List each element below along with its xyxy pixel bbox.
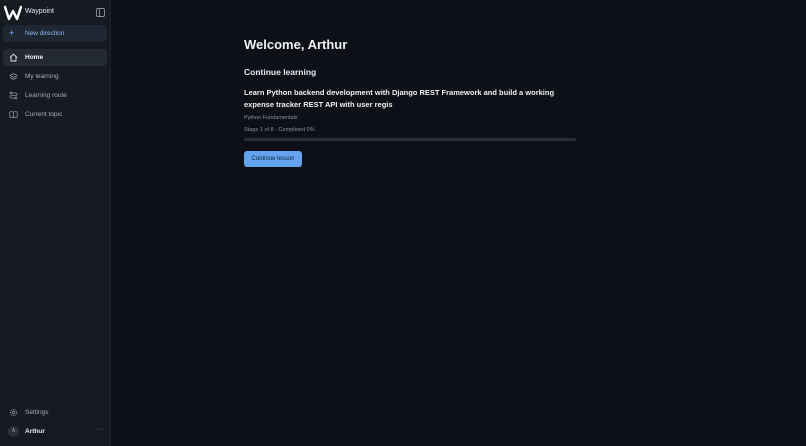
sidebar-item-my-learning[interactable]: My learning bbox=[3, 68, 107, 85]
new-direction-label: New direction bbox=[25, 30, 65, 37]
course-module: Python Fundamentals bbox=[244, 115, 298, 121]
sidebar-item-label: Current topic bbox=[25, 111, 63, 118]
app-name: Waypoint bbox=[25, 8, 54, 15]
sidebar: Waypoint + New direction Home My learnin… bbox=[0, 0, 111, 446]
sidebar-item-home[interactable]: Home bbox=[3, 49, 107, 66]
collapse-sidebar-button[interactable] bbox=[95, 7, 106, 18]
course-title: Learn Python backend development with Dj… bbox=[244, 88, 555, 109]
sidebar-item-label: Learning route bbox=[25, 92, 67, 99]
sidebar-item-label: My learning bbox=[25, 73, 59, 80]
new-direction-button[interactable]: + New direction bbox=[3, 25, 107, 42]
settings-button[interactable]: Settings bbox=[3, 404, 107, 421]
sidebar-item-current-topic[interactable]: Current topic bbox=[3, 106, 107, 123]
settings-label: Settings bbox=[25, 409, 49, 416]
progress-text: Stage 1 of 8 · Completed 0% bbox=[244, 127, 315, 133]
page-title: Welcome, Arthur bbox=[244, 37, 348, 52]
book-icon bbox=[9, 110, 18, 119]
section-title: Continue learning bbox=[244, 67, 317, 77]
continue-lesson-button[interactable]: Continue lesson bbox=[244, 151, 302, 167]
layers-icon bbox=[9, 72, 18, 81]
home-icon bbox=[9, 53, 18, 62]
app-window: Waypoint + New direction Home My learnin… bbox=[0, 0, 806, 446]
brand: Waypoint bbox=[4, 5, 108, 21]
progress-bar bbox=[244, 138, 576, 141]
avatar[interactable]: A bbox=[8, 426, 19, 437]
waypoint-logo-icon bbox=[4, 5, 22, 21]
sidebar-item-learning-route[interactable]: Learning route bbox=[3, 87, 107, 104]
sidebar-toggle-icon bbox=[96, 8, 105, 17]
sidebar-item-label: Home bbox=[25, 54, 44, 61]
user-menu-button[interactable]: ··· bbox=[95, 426, 104, 433]
gear-icon bbox=[9, 408, 18, 417]
main-content: Welcome, Arthur Continue learning Learn … bbox=[111, 0, 806, 446]
plus-icon: + bbox=[9, 28, 15, 38]
route-icon bbox=[9, 91, 18, 100]
user-name: Arthur bbox=[25, 428, 45, 435]
